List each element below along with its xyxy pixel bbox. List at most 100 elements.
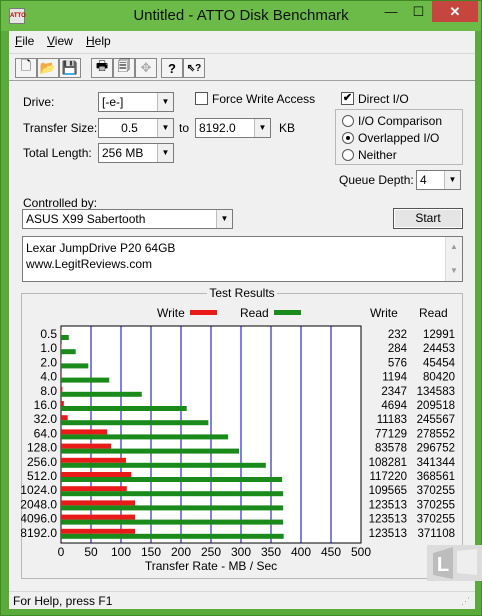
help-icon[interactable]: ? (161, 58, 183, 78)
read-value: 370255 (417, 499, 455, 511)
write-value: 123513 (369, 528, 407, 540)
transfer-size-label: Transfer Size: (23, 121, 98, 135)
queue-depth-select[interactable]: 4 ▼ (416, 170, 461, 190)
read-value: 278552 (417, 428, 455, 440)
read-value: 80420 (423, 372, 455, 384)
minimize-button[interactable]: — (377, 1, 405, 22)
write-bar (61, 514, 136, 520)
read-bar (61, 519, 284, 525)
test-results-group: Test Results Write Read Write Read 0 50 10… (21, 286, 463, 579)
legit-reviews-logo: L (427, 545, 482, 581)
chevron-down-icon[interactable]: ▼ (444, 171, 460, 189)
description-textarea[interactable]: Lexar JumpDrive P20 64GB www.LegitReview… (22, 236, 463, 282)
menu-file[interactable]: File (15, 34, 34, 48)
chevron-down-icon[interactable]: ▼ (157, 144, 173, 162)
description-scrollbar[interactable]: ▲ ▼ (445, 237, 462, 281)
title-bar[interactable]: ATTO Untitled - ATTO Disk Benchmark — ☐ … (1, 1, 481, 31)
read-bar (61, 363, 89, 369)
y-tick-label: 128.0 (27, 441, 57, 455)
io-comparison-radio[interactable] (342, 115, 354, 127)
print-preview-icon[interactable]: 🗐 (113, 58, 135, 78)
chevron-down-icon[interactable]: ▼ (216, 210, 232, 228)
client-area: File View Help 🗋 📂 💾 🖶 🗐 ✥ ? ⇖? Drive: [… (9, 31, 482, 609)
direct-io-label: Direct I/O (358, 92, 409, 106)
controlled-by-select[interactable]: ASUS X99 Sabertooth ▼ (22, 209, 233, 229)
write-value: 83578 (375, 443, 407, 455)
maximize-button[interactable]: ☐ (405, 1, 432, 22)
x-tick-label: 0 (58, 545, 65, 559)
scroll-up-icon[interactable]: ▲ (446, 239, 462, 255)
write-value: 1194 (382, 372, 407, 384)
write-value: 108281 (369, 457, 407, 469)
total-length-select[interactable]: 256 MB ▼ (98, 143, 174, 163)
transfer-from-select[interactable]: 0.5 ▼ (98, 118, 174, 138)
x-tick-label: 500 (351, 545, 371, 559)
transfer-to-select[interactable]: 8192.0 ▼ (195, 118, 271, 138)
x-tick-label: 300 (231, 545, 251, 559)
write-bar (61, 401, 64, 406)
app-window: ATTO Untitled - ATTO Disk Benchmark — ☐ … (0, 0, 482, 616)
move-icon[interactable]: ✥ (135, 58, 157, 78)
y-tick-label: 8.0 (40, 384, 57, 398)
y-tick-label: 256.0 (27, 455, 57, 469)
start-button[interactable]: Start (393, 208, 463, 229)
write-value: 123513 (369, 514, 407, 526)
x-tick-label: 450 (321, 545, 341, 559)
context-help-icon[interactable]: ⇖? (183, 58, 205, 78)
write-bar (61, 457, 126, 463)
menu-help[interactable]: Help (86, 34, 111, 48)
read-value: 209518 (417, 400, 455, 412)
write-value: 232 (388, 329, 407, 341)
write-bar (61, 486, 127, 492)
print-icon[interactable]: 🖶 (91, 58, 113, 78)
read-value: 12991 (423, 329, 455, 341)
chevron-down-icon[interactable]: ▼ (254, 119, 270, 137)
drive-select[interactable]: [-e-] ▼ (98, 92, 174, 112)
new-document-icon[interactable]: 🗋 (15, 58, 37, 78)
write-value: 123513 (369, 499, 407, 511)
chevron-down-icon[interactable]: ▼ (157, 93, 173, 111)
read-bar (61, 477, 283, 482)
close-button[interactable]: ✕ (432, 1, 478, 22)
read-value: 370255 (417, 485, 455, 497)
write-value: 77129 (375, 428, 407, 440)
write-bar (61, 415, 68, 421)
x-tick-label: 50 (84, 545, 98, 559)
y-tick-label: 64.0 (34, 426, 58, 440)
force-write-label: Force Write Access (212, 92, 316, 106)
overlapped-io-radio[interactable] (342, 132, 354, 144)
read-value: 341344 (417, 457, 456, 469)
read-value: 296752 (417, 443, 455, 455)
write-value: 109565 (369, 485, 407, 497)
status-text: For Help, press F1 (13, 594, 113, 608)
y-tick-label: 32.0 (34, 412, 58, 426)
write-bar (61, 500, 136, 506)
direct-io-checkbox[interactable]: ✔ (341, 92, 354, 105)
read-value: 24453 (423, 343, 455, 355)
y-tick-label: 1024.0 (21, 483, 57, 497)
y-tick-label: 8192.0 (21, 526, 57, 540)
kb-label: KB (279, 121, 296, 135)
controlled-by-value: ASUS X99 Sabertooth (26, 212, 146, 226)
save-icon[interactable]: 💾 (59, 58, 81, 78)
y-tick-label: 0.5 (40, 327, 57, 341)
force-write-checkbox[interactable] (195, 92, 208, 105)
open-folder-icon[interactable]: 📂 (37, 58, 59, 78)
read-bar (61, 349, 76, 355)
chevron-down-icon[interactable]: ▼ (157, 119, 173, 137)
description-line-2: www.LegitReviews.com (26, 257, 153, 271)
read-value: 45454 (423, 357, 456, 369)
write-bar (61, 358, 62, 364)
resize-grip-icon[interactable]: ⋰ (461, 595, 473, 607)
drive-label: Drive: (23, 95, 55, 109)
write-bar (61, 330, 62, 335)
svg-text:L: L (437, 554, 449, 576)
neither-radio[interactable] (342, 149, 354, 161)
transfer-to-label: to (179, 121, 190, 135)
write-bar (61, 528, 136, 534)
write-value: 284 (388, 343, 408, 355)
scroll-down-icon[interactable]: ▼ (446, 263, 462, 279)
read-value: 245567 (417, 414, 455, 426)
y-tick-label: 2048.0 (21, 497, 57, 511)
menu-view[interactable]: View (47, 34, 73, 48)
